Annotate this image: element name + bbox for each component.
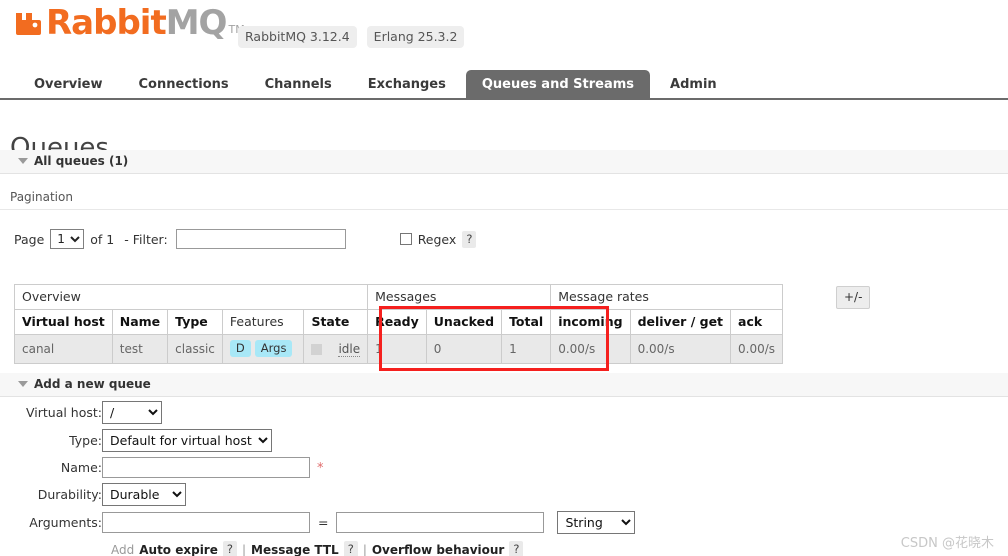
tab-overview[interactable]: Overview [18,70,119,100]
col-state[interactable]: State [303,309,369,335]
vhost-select[interactable]: / [102,401,162,424]
group-message-rates: Message rates [550,284,784,310]
col-ack[interactable]: ack [730,309,784,335]
argument-equals-sign: = [318,515,329,530]
col-ready[interactable]: Ready [367,309,427,335]
add-argument-link[interactable]: Add [111,543,134,556]
preset-overflow-behaviour[interactable]: Overflow behaviour [372,543,505,556]
cell-ack-rate: 0.00/s [730,334,784,364]
logo-text-mq: MQ [165,3,228,43]
tab-queues-and-streams[interactable]: Queues and Streams [465,70,651,100]
state-indicator-icon [311,343,323,355]
durability-select[interactable]: Durable [102,483,186,506]
vhost-label: Virtual host: [25,405,102,420]
rabbit-logo-icon [14,6,44,36]
table-column-header-row: Virtual host Name Type Features State Re… [14,309,784,335]
form-row-virtual-host: Virtual host: / [0,401,635,424]
type-select[interactable]: Default for virtual host [102,429,272,452]
cell-unacked: 0 [425,334,503,364]
state-label: idle [338,341,361,357]
cell-state: idle [303,334,369,364]
caret-down-icon [18,380,28,387]
message-ttl-help-icon[interactable]: ? [343,541,358,556]
rabbitmq-management-page: RabbitMQ TM RabbitMQ 3.12.4 Erlang 25.3.… [0,0,1008,556]
argument-type-select[interactable]: String [557,511,636,534]
argument-key-input[interactable] [102,512,310,533]
feature-badge-args: Args [254,340,293,357]
queues-table-container: Overview Messages Message rates Virtual … [13,284,784,364]
form-row-name: Name: * [0,457,635,478]
tab-connections[interactable]: Connections [123,70,245,100]
filter-label: - Filter: [124,231,168,247]
rabbitmq-logo[interactable]: RabbitMQ TM [14,6,245,40]
cell-virtual-host: canal [14,334,113,364]
form-row-arguments: Arguments: = String [0,511,636,534]
arguments-label: Arguments: [29,515,102,530]
form-row-durability: Durability: Durable [0,483,635,506]
toggle-columns-button[interactable]: +/- [836,286,871,309]
cell-ready: 1 [367,334,427,364]
caret-down-icon [18,157,28,164]
badge-erlang-version: Erlang 25.3.2 [366,26,465,48]
cell-queue-name[interactable]: test [111,334,169,364]
col-incoming[interactable]: incoming [550,309,631,335]
watermark: CSDN @花晓木 [900,536,994,551]
col-features[interactable]: Features [221,309,305,335]
cell-type: classic [167,334,223,364]
auto-expire-help-icon[interactable]: ? [222,541,237,556]
preset-separator: | [241,542,247,556]
main-navigation: Overview Connections Channels Exchanges … [0,66,1008,100]
group-messages: Messages [367,284,552,310]
page-of-total: of 1 [90,231,115,247]
add-queue-form: Virtual host: / Type: Default for virtua… [0,396,1008,556]
group-overview: Overview [13,284,369,310]
all-queues-label: All queues (1) [34,154,129,168]
argument-presets-row: Add Auto expire ? | Message TTL ? | Over… [0,541,1008,556]
page-label: Page [14,231,45,247]
table-group-header-row: Overview Messages Message rates [13,284,784,310]
preset-separator: | [362,542,367,556]
page-select[interactable]: 1 [50,229,85,249]
form-row-type: Type: Default for virtual host [0,429,635,452]
preset-message-ttl[interactable]: Message TTL [251,543,339,556]
queue-name-input[interactable] [102,457,310,478]
badge-rabbitmq-version: RabbitMQ 3.12.4 [238,26,357,48]
pagination-divider [0,209,1008,210]
col-name[interactable]: Name [111,309,169,335]
cell-features: D Args [221,334,305,364]
argument-value-input[interactable] [336,512,545,533]
durability-label: Durability: [37,487,102,502]
col-total[interactable]: Total [501,309,552,335]
cell-deliver-get-rate: 0.00/s [629,334,732,364]
filter-input[interactable] [175,229,346,249]
feature-badge-durable: D [229,340,251,357]
col-unacked[interactable]: Unacked [425,309,503,335]
tab-admin[interactable]: Admin [654,70,733,100]
required-asterisk: * [317,461,324,476]
tab-channels[interactable]: Channels [249,70,348,100]
add-queue-section-header[interactable]: Add a new queue [0,373,1008,397]
queues-table: Overview Messages Message rates Virtual … [13,284,784,364]
regex-label: Regex [417,231,457,247]
pagination-label: Pagination [10,190,73,204]
regex-help-icon[interactable]: ? [462,230,477,248]
version-badges: RabbitMQ 3.12.4 Erlang 25.3.2 [238,26,465,48]
type-label: Type: [69,433,102,448]
cell-total: 1 [501,334,552,364]
col-type[interactable]: Type [167,309,223,335]
all-queues-section-header[interactable]: All queues (1) [0,150,1008,174]
logo-text-rabbit: Rabbit [46,3,167,43]
tab-exchanges[interactable]: Exchanges [352,70,462,100]
regex-checkbox[interactable] [399,233,412,245]
add-queue-label: Add a new queue [34,377,151,391]
col-deliver-get[interactable]: deliver / get [629,309,732,335]
col-virtual-host[interactable]: Virtual host [14,309,113,335]
cell-incoming-rate: 0.00/s [550,334,631,364]
overflow-behaviour-help-icon[interactable]: ? [509,541,524,556]
table-row[interactable]: canal test classic D Args idle 1 0 1 0.00… [14,334,784,364]
pagination-controls: Page 1 of 1 - Filter: Regex ? [0,229,1008,249]
preset-auto-expire[interactable]: Auto expire [139,543,218,556]
name-label: Name: [60,460,102,475]
app-header: RabbitMQ TM RabbitMQ 3.12.4 Erlang 25.3.… [0,0,1008,62]
